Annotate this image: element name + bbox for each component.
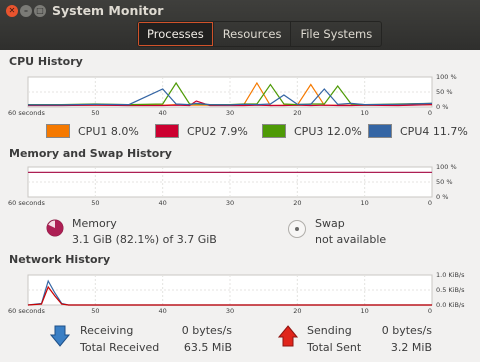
tab-processes[interactable]: Processes [138,22,214,46]
memory-x-tick-label: 0 [428,199,432,207]
sending-arrow-icon[interactable] [278,325,298,347]
swap-value: not available [315,233,387,246]
sending-rate: 0 bytes/s [381,324,432,337]
minimize-window-button[interactable]: – [20,5,32,17]
cpu-x-tick-label: 10 [361,109,369,117]
network-x-tick-label: 0 [428,307,432,315]
legend-cpu1: CPU1 8.0% [46,124,139,138]
memory-history-title: Memory and Swap History [9,147,172,160]
cpu3-color-button[interactable] [262,124,286,138]
cpu1-color-button[interactable] [46,124,70,138]
cpu2-label: CPU2 [187,124,217,138]
title-bar: ✕ – □ System Monitor Processes Resources… [0,0,480,50]
memory-y-tick-label: 0 % [436,193,448,201]
cpu-x-tick-label: 20 [293,109,301,117]
cpu-x-tick-label: 0 [428,109,432,117]
window-title: System Monitor [52,3,164,18]
total-sent-value: 3.2 MiB [390,341,432,354]
cpu3-label: CPU3 [294,124,324,138]
total-received-value: 63.5 MiB [183,341,232,354]
memory-x-tick-label: 10 [361,199,369,207]
network-x-tick-label: 30 [226,307,234,315]
cpu-history-graph: 60 seconds 50 40 30 20 10 0 100 % 50 % 0 % [8,73,457,117]
receiving-label: Receiving [80,324,134,337]
cpu1-label: CPU1 [78,124,108,138]
maximize-icon: □ [36,6,44,15]
memory-x-tick-label: 30 [226,199,234,207]
network-x-tick-label: 40 [159,307,167,315]
receiving-arrow-icon[interactable] [50,325,70,347]
network-y-tick-label: 0.0 KiB/s [436,301,465,309]
memory-label: Memory [72,217,117,230]
network-x-tick-label: 50 [91,307,99,315]
memory-y-tick-label: 100 % [436,163,457,171]
maximize-window-button[interactable]: □ [34,5,46,17]
cpu2-value: 7.9% [219,124,248,138]
legend-cpu4: CPU4 11.7% [368,124,468,138]
memory-color-button[interactable] [46,219,64,237]
tab-resources[interactable]: Resources [214,22,292,46]
view-switcher: Processes Resources File Systems [137,21,383,47]
cpu4-color-button[interactable] [368,124,392,138]
network-x-tick-label: 60 seconds [8,307,46,315]
cpu2-color-button[interactable] [155,124,179,138]
cpu-y-tick-label: 50 % [436,88,453,96]
receiving-rate: 0 bytes/s [181,324,232,337]
close-window-button[interactable]: ✕ [6,5,18,17]
cpu4-value: 11.7% [432,124,468,138]
legend-cpu3: CPU3 12.0% [262,124,362,138]
close-icon: ✕ [8,6,16,15]
cpu-x-tick-label: 60 seconds [8,109,46,117]
cpu-x-tick-label: 30 [226,109,234,117]
tab-file-systems[interactable]: File Systems [291,22,381,46]
network-history-title: Network History [9,253,111,266]
cpu-y-tick-label: 100 % [436,73,457,81]
network-x-tick-label: 20 [293,307,301,315]
legend-cpu2: CPU2 7.9% [155,124,248,138]
network-y-tick-label: 0.5 KiB/s [436,286,465,294]
memory-x-tick-label: 40 [159,199,167,207]
cpu-x-tick-label: 50 [91,109,99,117]
memory-history-graph: 60 seconds 50 40 30 20 10 0 100 % 50 % 0 % [8,163,457,207]
memory-value: 3.1 GiB (82.1%) of 3.7 GiB [72,233,217,246]
total-received-label: Total Received [80,341,160,354]
cpu-y-tick-label: 0 % [436,103,448,111]
cpu-history-title: CPU History [9,55,83,68]
network-history-graph: 60 seconds 50 40 30 20 10 0 1.0 KiB/s 0.5 KiB/s 0… [8,271,465,315]
network-y-tick-label: 1.0 KiB/s [436,271,465,279]
minimize-icon: – [24,6,28,15]
network-x-tick-label: 10 [361,307,369,315]
cpu-x-tick-label: 40 [159,109,167,117]
total-sent-label: Total Sent [307,341,362,354]
sending-label: Sending [307,324,352,337]
memory-x-tick-label: 20 [293,199,301,207]
swap-color-button[interactable] [288,220,306,238]
cpu3-value: 12.0% [326,124,362,138]
memory-x-tick-label: 60 seconds [8,199,46,207]
memory-y-tick-label: 50 % [436,178,453,186]
cpu1-value: 8.0% [110,124,139,138]
cpu4-label: CPU4 [400,124,430,138]
swap-label: Swap [315,217,345,230]
memory-x-tick-label: 50 [91,199,99,207]
